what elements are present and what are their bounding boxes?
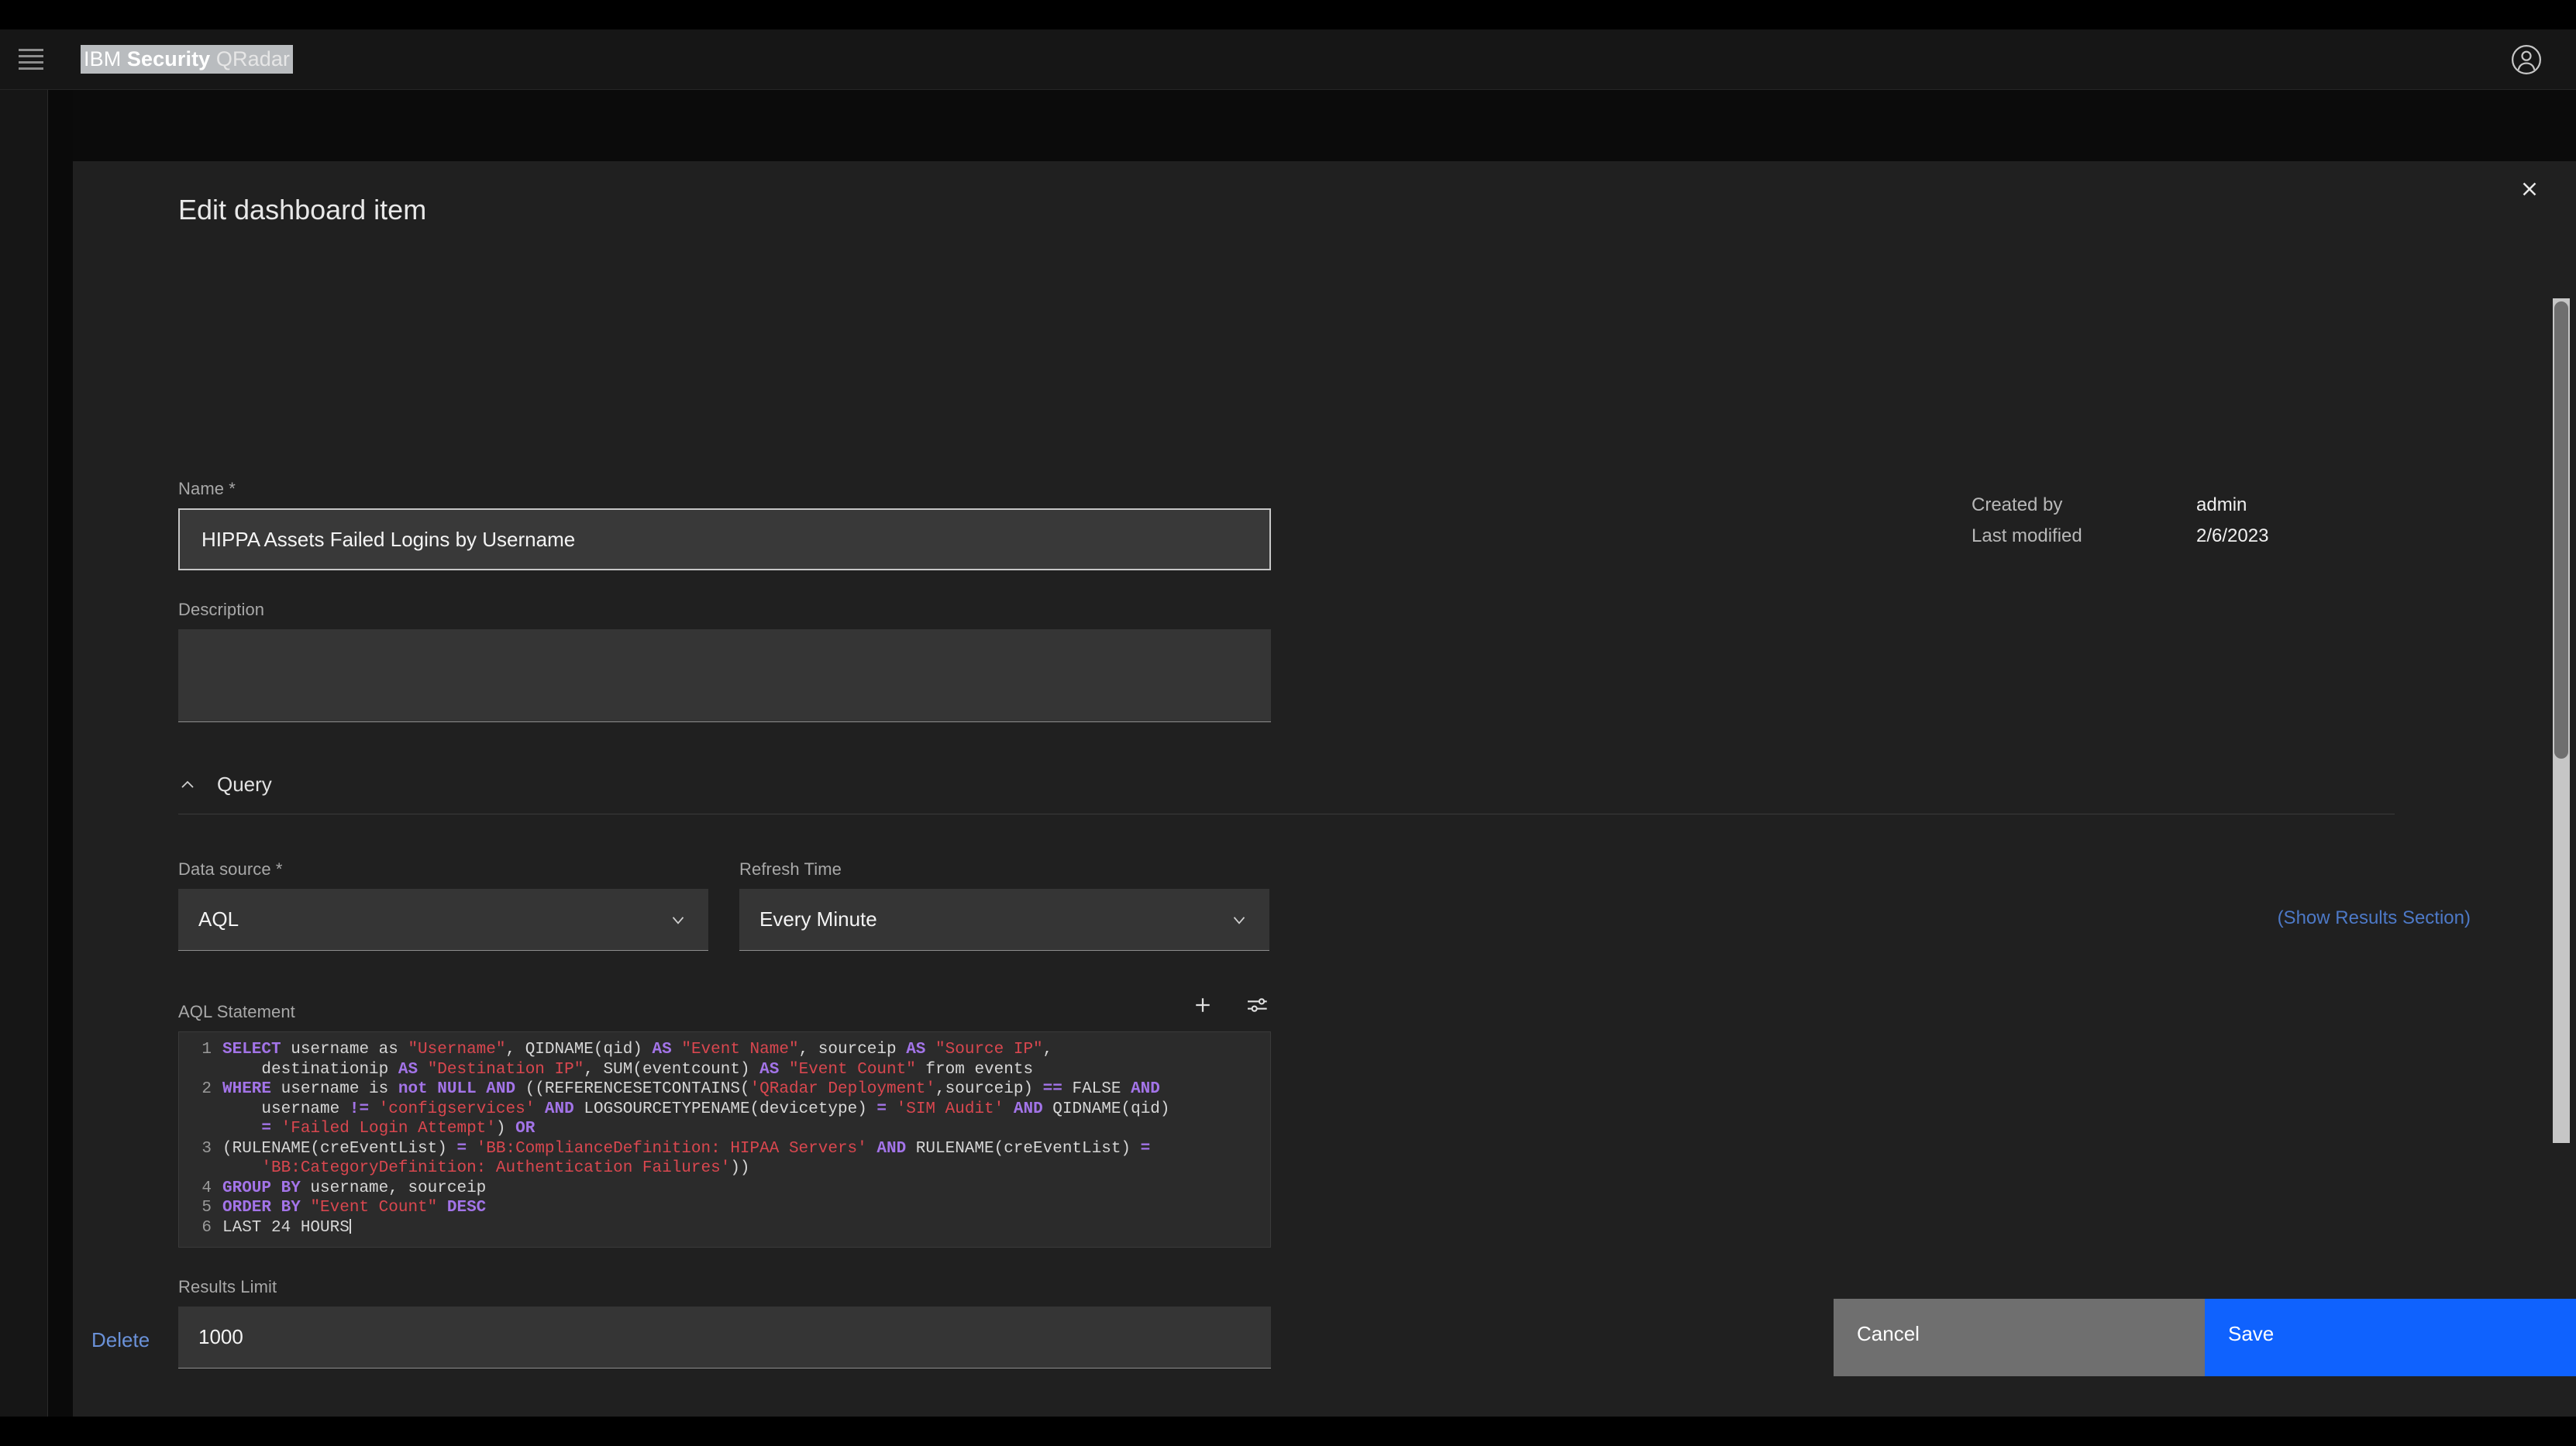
code-text: ORDER BY "Event Count" DESC (222, 1198, 486, 1218)
query-section: Query (178, 773, 1271, 814)
code-line: 2WHERE username is not NULL AND ((REFERE… (179, 1079, 1270, 1139)
brand-security: Security (127, 47, 210, 71)
close-icon[interactable] (2509, 169, 2550, 209)
code-line: 1SELECT username as "Username", QIDNAME(… (179, 1040, 1270, 1079)
code-line: 6LAST 24 HOURS (179, 1218, 1270, 1238)
sliders-settings-icon[interactable] (1243, 991, 1271, 1019)
refresh-time-label: Refresh Time (739, 859, 1269, 880)
aql-statement-label: AQL Statement (178, 1002, 295, 1022)
line-number: 6 (179, 1218, 222, 1238)
name-input[interactable] (178, 508, 1271, 570)
line-number: 1 (179, 1040, 222, 1079)
form-column: Name * Description Query (178, 479, 1271, 1369)
code-text: LAST 24 HOURS (222, 1218, 351, 1238)
text-caret (350, 1219, 351, 1234)
aql-header-row: AQL Statement (178, 991, 1271, 1022)
aql-code-editor[interactable]: 1SELECT username as "Username", QIDNAME(… (178, 1031, 1271, 1248)
description-label: Description (178, 600, 1271, 620)
brand-product: QRadar (216, 47, 290, 71)
line-number: 2 (179, 1079, 222, 1139)
query-controls-row: Data source * AQL Refresh Time Every Min… (178, 859, 1271, 951)
top-black-strip (0, 0, 2576, 29)
data-source-group: Data source * AQL (178, 859, 708, 951)
brand-title: IBM Security QRadar (81, 45, 293, 74)
name-label: Name * (178, 479, 1271, 499)
app-screen: IBM Security QRadar Created by admin L (0, 0, 2576, 1446)
page-title: Edit dashboard item (178, 194, 426, 226)
brand-ibm: IBM (84, 47, 121, 71)
created-by-value: admin (2196, 494, 2247, 516)
line-number: 3 (179, 1139, 222, 1179)
hamburger-menu-icon[interactable] (6, 29, 56, 90)
app-header: IBM Security QRadar (0, 29, 2576, 90)
results-limit-input[interactable]: 1000 (178, 1307, 1271, 1369)
results-limit-value: 1000 (198, 1325, 243, 1349)
chevron-down-icon (668, 910, 688, 930)
query-section-title: Query (217, 773, 272, 797)
chevron-down-icon (1229, 910, 1249, 930)
save-button[interactable]: Save (2205, 1299, 2576, 1376)
code-text: WHERE username is not NULL AND ((REFEREN… (222, 1079, 1170, 1139)
description-textarea[interactable] (178, 629, 1271, 722)
line-number: 5 (179, 1198, 222, 1218)
edit-dashboard-item-modal: Created by admin Last modified 2/6/2023 … (73, 161, 2576, 1417)
data-source-label: Data source * (178, 859, 708, 880)
code-text: (RULENAME(creEventList) = 'BB:Compliance… (222, 1139, 1150, 1179)
refresh-time-select[interactable]: Every Minute (739, 889, 1269, 951)
refresh-time-group: Refresh Time Every Minute (739, 859, 1269, 951)
plus-icon[interactable] (1189, 991, 1217, 1019)
chevron-up-icon[interactable] (178, 776, 197, 794)
show-results-section-link[interactable]: (Show Results Section) (2278, 907, 2471, 929)
data-source-select[interactable]: AQL (178, 889, 708, 951)
last-modified-value: 2/6/2023 (2196, 525, 2268, 547)
modal-footer-actions: Cancel Save (1834, 1299, 2576, 1376)
delete-button[interactable]: Delete (91, 1328, 150, 1352)
line-number: 4 (179, 1179, 222, 1199)
modal-scrollbar[interactable] (2553, 298, 2570, 1143)
code-text: GROUP BY username, sourceip (222, 1179, 486, 1199)
refresh-time-value: Every Minute (759, 907, 877, 931)
metadata-panel: Created by admin Last modified 2/6/2023 (1972, 494, 2406, 547)
last-modified-label: Last modified (1972, 525, 2196, 547)
code-text: SELECT username as "Username", QIDNAME(q… (222, 1040, 1052, 1079)
bottom-black-strip (0, 1417, 2576, 1446)
code-line: 5ORDER BY "Event Count" DESC (179, 1198, 1270, 1218)
code-line: 3(RULENAME(creEventList) = 'BB:Complianc… (179, 1139, 1270, 1179)
modal-scrollbar-thumb[interactable] (2554, 301, 2568, 759)
aql-toolbar (1189, 991, 1271, 1022)
results-limit-label: Results Limit (178, 1277, 1271, 1297)
user-avatar-icon[interactable] (2509, 43, 2543, 77)
query-section-header[interactable]: Query (178, 773, 1271, 797)
rail-gap (48, 90, 73, 1417)
code-line: 4GROUP BY username, sourceip (179, 1179, 1270, 1199)
data-source-value: AQL (198, 907, 239, 931)
left-nav-rail (0, 90, 48, 1417)
cancel-button[interactable]: Cancel (1834, 1299, 2205, 1376)
created-by-label: Created by (1972, 494, 2196, 516)
